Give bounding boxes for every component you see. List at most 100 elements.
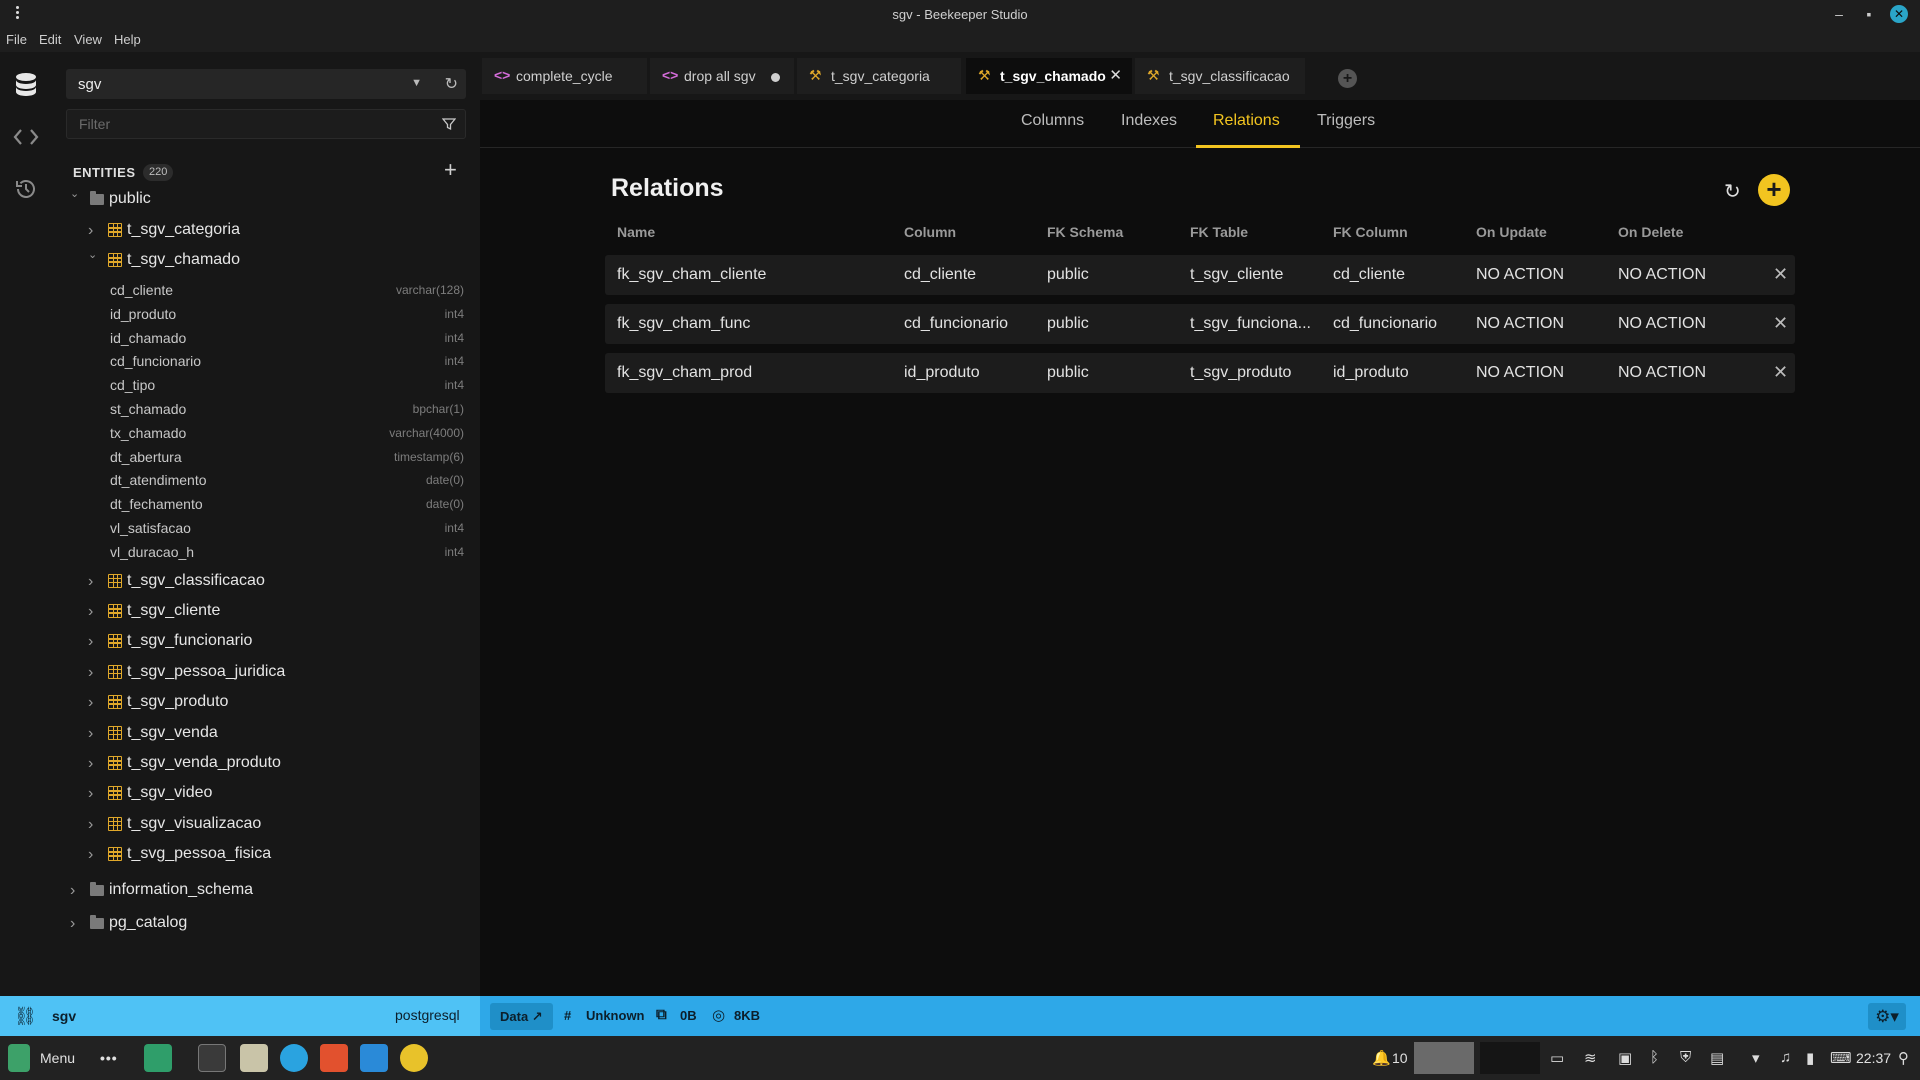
subtab-relations[interactable]: Relations bbox=[1213, 112, 1280, 130]
column-item[interactable]: vl_duracao_h int4 bbox=[52, 541, 480, 563]
column-item[interactable]: tx_chamado varchar(4000) bbox=[52, 422, 480, 444]
filter-input[interactable] bbox=[67, 110, 427, 138]
relation-row[interactable]: fk_sgv_cham_cliente cd_cliente public t_sgv… bbox=[605, 255, 1795, 295]
delete-relation-icon[interactable]: ✕ bbox=[1773, 313, 1788, 334]
relation-cell[interactable]: cd_cliente bbox=[1333, 266, 1405, 284]
add-relation-button[interactable]: + bbox=[1758, 174, 1790, 206]
menu-file[interactable]: File bbox=[6, 32, 27, 47]
history-icon[interactable] bbox=[12, 175, 40, 203]
chevron-right-icon[interactable]: › bbox=[88, 573, 100, 591]
tab-complete_cycle[interactable]: <> complete_cycle bbox=[482, 58, 647, 94]
chevron-right-icon[interactable]: › bbox=[88, 785, 100, 803]
unsaved-dot-icon[interactable] bbox=[771, 73, 780, 82]
user-icon[interactable]: ⚲ bbox=[1898, 1049, 1909, 1067]
tab-t_sgv_categoria[interactable]: ⚒ t_sgv_categoria bbox=[797, 58, 961, 94]
relation-cell[interactable]: t_sgv_cliente bbox=[1190, 266, 1283, 284]
keyboard-icon[interactable]: ⌨ bbox=[1830, 1049, 1852, 1067]
delete-relation-icon[interactable]: ✕ bbox=[1773, 362, 1788, 383]
apps-grid-icon[interactable]: ••• bbox=[100, 1050, 118, 1066]
column-item[interactable]: id_chamado int4 bbox=[52, 327, 480, 349]
table-node-t_sgv_chamado[interactable]: ⌄ t_sgv_chamado bbox=[52, 249, 480, 273]
subtab-columns[interactable]: Columns bbox=[1021, 112, 1084, 130]
relation-cell[interactable]: t_sgv_produto bbox=[1190, 364, 1291, 382]
brave-app-icon[interactable] bbox=[320, 1044, 348, 1072]
close-window-button[interactable]: ✕ bbox=[1890, 5, 1908, 23]
network-activity-icon[interactable]: ≋ bbox=[1584, 1049, 1597, 1067]
settings-gear-icon[interactable]: ⚙▾ bbox=[1868, 1003, 1906, 1030]
table-node-t_sgv_pessoa_juridica[interactable]: › t_sgv_pessoa_juridica bbox=[52, 661, 480, 685]
clock[interactable]: 22:37 bbox=[1856, 1050, 1891, 1066]
notifications-icon[interactable]: 🔔 bbox=[1372, 1049, 1391, 1067]
relation-cell[interactable]: NO ACTION bbox=[1618, 364, 1706, 382]
chevron-down-icon[interactable]: ⌄ bbox=[88, 248, 100, 261]
code-icon[interactable] bbox=[12, 123, 40, 151]
schema-node-information_schema[interactable]: › information_schema bbox=[52, 879, 480, 903]
relation-cell[interactable]: cd_funcionario bbox=[1333, 315, 1437, 333]
column-item[interactable]: cd_cliente varchar(128) bbox=[52, 279, 480, 301]
os-menu-logo-icon[interactable] bbox=[8, 1044, 30, 1072]
chevron-right-icon[interactable]: › bbox=[88, 222, 100, 240]
menu-edit[interactable]: Edit bbox=[39, 32, 61, 47]
filter-icon[interactable] bbox=[442, 117, 456, 131]
relation-cell[interactable]: t_sgv_funciona... bbox=[1190, 315, 1311, 333]
chevron-right-icon[interactable]: › bbox=[88, 694, 100, 712]
table-node-t_sgv_video[interactable]: › t_sgv_video bbox=[52, 782, 480, 806]
chevron-right-icon[interactable]: › bbox=[88, 664, 100, 682]
maximize-button[interactable]: ▪ bbox=[1860, 5, 1878, 23]
table-node-t_sgv_visualizacao[interactable]: › t_sgv_visualizacao bbox=[52, 813, 480, 837]
link-icon[interactable]: ⛓ bbox=[14, 1006, 37, 1027]
relation-cell[interactable]: NO ACTION bbox=[1618, 266, 1706, 284]
chevron-down-icon[interactable]: ⌄ bbox=[70, 187, 82, 200]
update-manager-icon[interactable]: ▣ bbox=[1618, 1049, 1632, 1067]
table-node-t_sgv_funcionario[interactable]: › t_sgv_funcionario bbox=[52, 630, 480, 654]
subtab-indexes[interactable]: Indexes bbox=[1121, 112, 1177, 130]
tab-t_sgv_chamado[interactable]: ⚒ t_sgv_chamado ✕ bbox=[966, 58, 1132, 94]
new-tab-button[interactable]: + bbox=[1338, 69, 1357, 88]
subtab-triggers[interactable]: Triggers bbox=[1317, 112, 1375, 130]
add-entity-button[interactable]: + bbox=[444, 157, 457, 183]
refresh-icon[interactable]: ↻ bbox=[445, 74, 458, 94]
relation-cell[interactable]: NO ACTION bbox=[1618, 315, 1706, 333]
filter-field[interactable] bbox=[66, 109, 466, 139]
column-item[interactable]: dt_abertura timestamp(6) bbox=[52, 446, 480, 468]
database-icon[interactable] bbox=[12, 71, 40, 99]
windows-icon[interactable]: ▤ bbox=[1710, 1049, 1724, 1067]
table-node-t_sgv_categoria[interactable]: › t_sgv_categoria bbox=[52, 219, 480, 243]
refresh-relations-icon[interactable]: ↻ bbox=[1724, 179, 1741, 204]
beekeeper-app-icon[interactable] bbox=[400, 1044, 428, 1072]
menu-help[interactable]: Help bbox=[114, 32, 141, 47]
workspace-2-preview[interactable] bbox=[1480, 1042, 1540, 1074]
schema-node-pg_catalog[interactable]: › pg_catalog bbox=[52, 912, 480, 936]
table-node-t_svg_pessoa_fisica[interactable]: › t_svg_pessoa_fisica bbox=[52, 843, 480, 867]
table-node-t_sgv_classificacao[interactable]: › t_sgv_classificacao bbox=[52, 570, 480, 594]
battery-icon[interactable]: ▮ bbox=[1806, 1049, 1814, 1067]
table-node-t_sgv_cliente[interactable]: › t_sgv_cliente bbox=[52, 600, 480, 624]
chevron-right-icon[interactable]: › bbox=[70, 915, 82, 933]
terminal-app-icon[interactable] bbox=[198, 1044, 226, 1072]
relation-cell[interactable]: id_produto bbox=[1333, 364, 1409, 382]
column-item[interactable]: st_chamado bpchar(1) bbox=[52, 398, 480, 420]
relation-cell[interactable]: cd_cliente bbox=[904, 266, 976, 284]
chevron-right-icon[interactable]: › bbox=[88, 603, 100, 621]
column-item[interactable]: dt_atendimento date(0) bbox=[52, 469, 480, 491]
file-manager-app-icon[interactable] bbox=[240, 1044, 268, 1072]
os-menu-label[interactable]: Menu bbox=[40, 1050, 75, 1066]
workspace-1-preview[interactable] bbox=[1414, 1042, 1474, 1074]
relation-cell[interactable]: NO ACTION bbox=[1476, 364, 1564, 382]
display-icon[interactable]: ▭ bbox=[1550, 1049, 1564, 1067]
table-node-t_sgv_produto[interactable]: › t_sgv_produto bbox=[52, 691, 480, 715]
relation-cell[interactable]: NO ACTION bbox=[1476, 315, 1564, 333]
relation-cell[interactable]: fk_sgv_cham_prod bbox=[617, 364, 752, 382]
music-icon[interactable]: ♫ bbox=[1780, 1049, 1791, 1066]
vscode-app-icon[interactable] bbox=[360, 1044, 388, 1072]
relation-cell[interactable]: fk_sgv_cham_cliente bbox=[617, 266, 766, 284]
shield-icon[interactable]: ⛨ bbox=[1680, 1049, 1691, 1066]
tab-t_sgv_classificacao[interactable]: ⚒ t_sgv_classificacao bbox=[1135, 58, 1305, 94]
relation-cell[interactable]: NO ACTION bbox=[1476, 266, 1564, 284]
column-item[interactable]: dt_fechamento date(0) bbox=[52, 493, 480, 515]
chevron-right-icon[interactable]: › bbox=[70, 882, 82, 900]
relation-row[interactable]: fk_sgv_cham_func cd_funcionario public t_sg… bbox=[605, 304, 1795, 344]
close-tab-icon[interactable]: ✕ bbox=[1109, 66, 1122, 84]
data-button[interactable]: Data ↗ bbox=[490, 1003, 553, 1030]
tab-drop-all-sgv[interactable]: <> drop all sgv bbox=[650, 58, 794, 94]
